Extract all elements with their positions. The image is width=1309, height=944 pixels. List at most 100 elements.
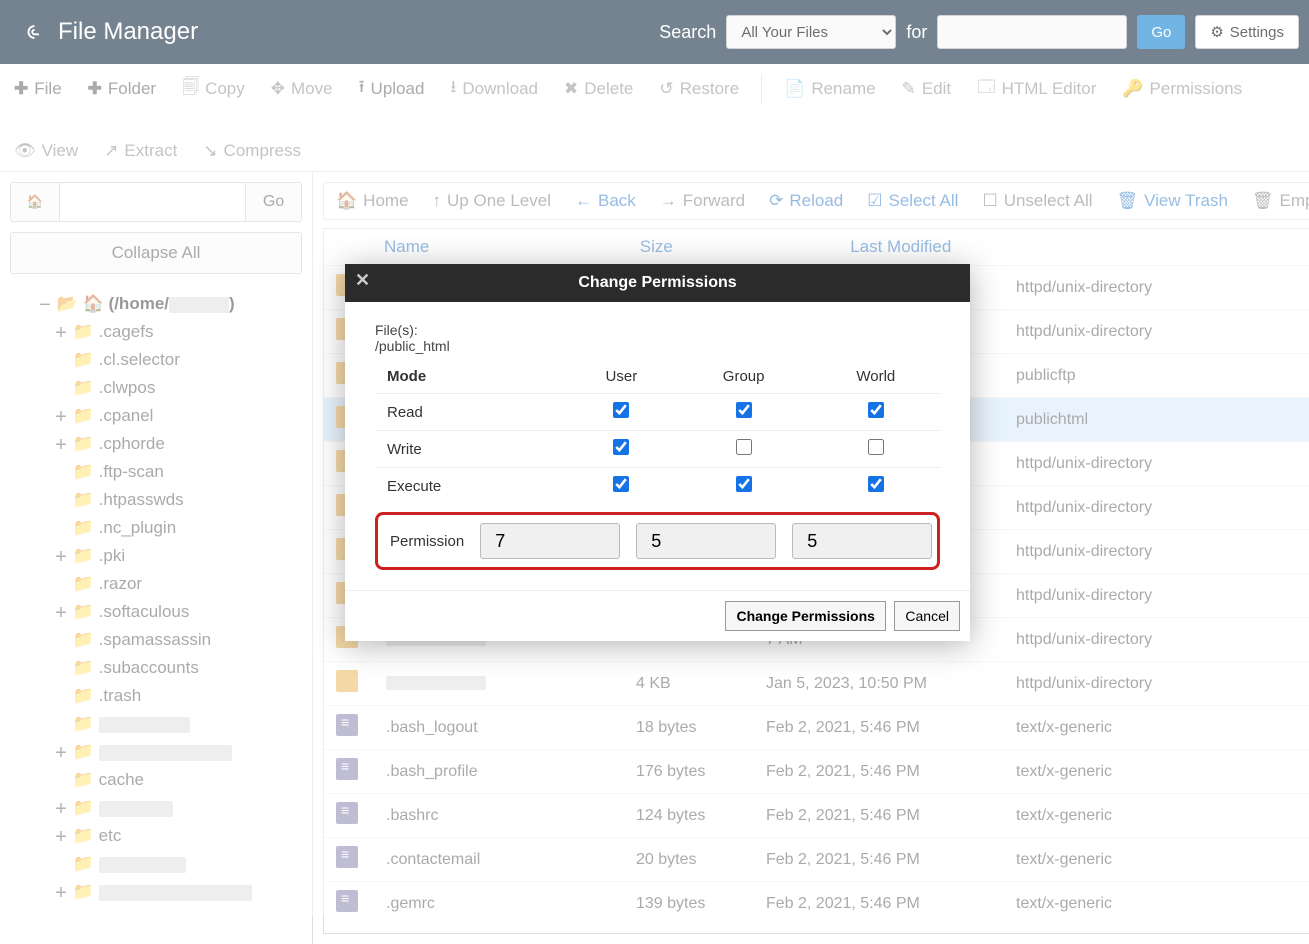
mm-select-all[interactable]: ☑Select All (867, 191, 958, 211)
write-user-checkbox[interactable] (613, 439, 629, 455)
read-group-checkbox[interactable] (736, 402, 752, 418)
col-modified[interactable]: Last Modified (838, 229, 1299, 266)
tree-item[interactable]: 📁 .htpasswds (10, 486, 302, 514)
tb-upload[interactable]: ⭱Upload (355, 64, 429, 113)
tree-item[interactable]: + 📁 etc (10, 822, 302, 850)
tb-edit[interactable]: ✎Edit (898, 69, 956, 109)
settings-button[interactable]: ⚙ Settings (1195, 15, 1299, 49)
perm-world-input[interactable] (792, 523, 932, 559)
search-go-button[interactable]: Go (1137, 15, 1185, 49)
tb-permissions[interactable]: 🔑Permissions (1118, 69, 1246, 109)
tb-html-editor[interactable]: 🗔HTML Editor (973, 64, 1100, 113)
expand-icon[interactable]: + (54, 830, 68, 844)
read-world-checkbox[interactable] (868, 402, 884, 418)
write-group-checkbox[interactable] (736, 439, 752, 455)
tb-compress[interactable]: ↘Compress (199, 131, 305, 171)
tb-file[interactable]: ✚File (10, 69, 66, 109)
expand-icon[interactable]: + (54, 606, 68, 620)
cell-name: .bash_profile (374, 750, 624, 794)
tree-item[interactable]: + 📁 .cpanel (10, 402, 302, 430)
table-row[interactable]: 4 KBJan 5, 2023, 10:50 PMhttpd/unix-dire… (324, 662, 1309, 706)
perm-user-input[interactable] (480, 523, 620, 559)
mm-reload[interactable]: ⟳Reload (769, 191, 843, 211)
tree-item[interactable]: + 📁 .cphorde (10, 430, 302, 458)
table-row[interactable]: .contactemail20 bytesFeb 2, 2021, 5:46 P… (324, 838, 1309, 882)
tree-item[interactable]: 📁 .spamassassin (10, 626, 302, 654)
expand-icon[interactable]: + (54, 550, 68, 564)
tree-item[interactable]: + 📁 (10, 794, 302, 822)
tb-move[interactable]: ✥Move (267, 69, 337, 109)
tree-item[interactable]: 📁 .razor (10, 570, 302, 598)
tb-restore[interactable]: ↺Restore (655, 69, 743, 109)
tb-copy[interactable]: 🗐Copy (178, 64, 249, 113)
expand-icon[interactable]: + (54, 438, 68, 452)
sidebar-home-button[interactable]: 🏠 (10, 182, 60, 222)
col-size[interactable]: Size (628, 229, 838, 266)
tree-item[interactable]: 📁 .ftp-scan (10, 458, 302, 486)
tree-item[interactable]: 📁 .cl.selector (10, 346, 302, 374)
move-icon: ✥ (271, 79, 285, 99)
expand-icon[interactable]: + (54, 326, 68, 340)
tree-item[interactable]: + 📁 .cagefs (10, 318, 302, 346)
tree-item[interactable]: + 📁 .pki (10, 542, 302, 570)
col-type[interactable]: Type (1300, 229, 1309, 266)
table-row[interactable]: .gemrc139 bytesFeb 2, 2021, 5:46 PMtext/… (324, 882, 1309, 917)
cell-type: text/x-generic (1004, 750, 1309, 794)
table-row[interactable]: .bash_profile176 bytesFeb 2, 2021, 5:46 … (324, 750, 1309, 794)
tree-item[interactable]: 📁 .subaccounts (10, 654, 302, 682)
extract-icon: ↗ (104, 141, 118, 161)
mm-view-trash[interactable]: 🗑View Trash (1117, 191, 1228, 211)
file-icon (336, 802, 358, 824)
path-input[interactable] (60, 182, 246, 222)
tree-item[interactable]: 📁 .trash (10, 682, 302, 710)
perm-group-input[interactable] (636, 523, 776, 559)
mm-up[interactable]: ↑Up One Level (433, 191, 551, 211)
tree-item[interactable]: + 📁 (10, 878, 302, 906)
mm-empty-trash[interactable]: 🗑Empty Trash (1252, 191, 1309, 211)
execute-user-checkbox[interactable] (613, 476, 629, 492)
tree-item[interactable]: + 📁 (10, 738, 302, 766)
col-name[interactable]: Name (372, 229, 628, 266)
mm-unselect-all[interactable]: ☐Unselect All (982, 191, 1092, 211)
tree-item[interactable]: 📁 cache (10, 766, 302, 794)
tb-folder[interactable]: ✚Folder (84, 69, 160, 109)
close-icon[interactable]: ✕ (355, 270, 370, 291)
cancel-button[interactable]: Cancel (894, 601, 960, 631)
horizontal-scrollbar[interactable] (324, 916, 1309, 933)
search-input[interactable] (937, 15, 1127, 49)
tb-extract[interactable]: ↗Extract (100, 131, 181, 171)
tree-item[interactable]: 📁 (10, 710, 302, 738)
change-permissions-submit-button[interactable]: Change Permissions (725, 601, 886, 631)
sidebar-go-button[interactable]: Go (246, 182, 302, 222)
tb-delete[interactable]: ✖Delete (560, 69, 637, 109)
table-row[interactable]: .bash_logout18 bytesFeb 2, 2021, 5:46 PM… (324, 706, 1309, 750)
execute-group-checkbox[interactable] (736, 476, 752, 492)
collapse-icon[interactable]: − (38, 298, 52, 312)
tree-item[interactable]: 📁 .nc_plugin (10, 514, 302, 542)
tb-view[interactable]: 👁View (10, 131, 82, 171)
folder-icon: 📁 (73, 462, 94, 481)
mm-back[interactable]: ←Back (575, 191, 636, 211)
expand-icon[interactable]: + (54, 886, 68, 900)
tree-item[interactable]: + 📁 .softaculous (10, 598, 302, 626)
tree-root[interactable]: − 📂 🏠 (/home/) (10, 290, 302, 318)
expand-icon[interactable]: + (54, 802, 68, 816)
tree-item[interactable]: 📁 .clwpos (10, 374, 302, 402)
execute-world-checkbox[interactable] (868, 476, 884, 492)
table-row[interactable]: .bashrc124 bytesFeb 2, 2021, 5:46 PMtext… (324, 794, 1309, 838)
sidebar: 🏠 Go Collapse All − 📂 🏠 (/home/) + 📁 .ca… (0, 172, 313, 944)
collapse-all-button[interactable]: Collapse All (10, 232, 302, 274)
tree-item-label: .nc_plugin (99, 518, 177, 537)
mm-forward[interactable]: →Forward (660, 191, 745, 211)
tree-item-label: etc (99, 826, 122, 845)
tree-item[interactable]: 📁 (10, 850, 302, 878)
tb-download[interactable]: ⭳Download (446, 64, 542, 113)
write-world-checkbox[interactable] (868, 439, 884, 455)
tb-rename[interactable]: 📄Rename (780, 69, 879, 109)
expand-icon[interactable]: + (54, 410, 68, 424)
search-scope-select[interactable]: All Your Files (726, 15, 896, 49)
mm-home[interactable]: 🏠Home (336, 191, 409, 211)
read-user-checkbox[interactable] (613, 402, 629, 418)
expand-icon[interactable]: + (54, 746, 68, 760)
folder-icon: 📁 (73, 630, 94, 649)
